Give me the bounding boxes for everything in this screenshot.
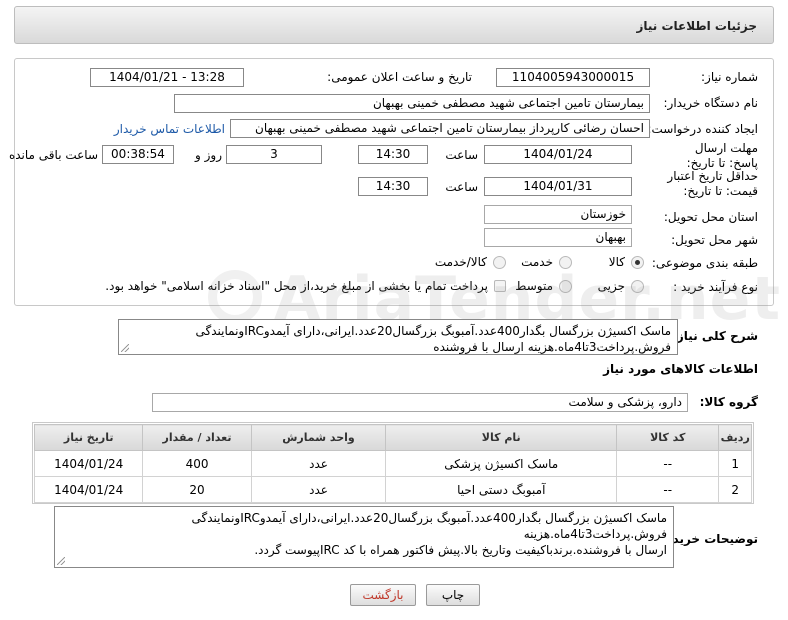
category-radio-both[interactable] [493, 256, 506, 269]
remaining-time-field[interactable]: 00:38:54 [102, 145, 174, 164]
general-description-line-2: فروش.پرداخت3تا4ماه.هزینه ارسال با فروشند… [433, 340, 671, 354]
treasury-payment-note: پرداخت تمام یا بخشی از مبلغ خرید،از محل … [105, 279, 488, 293]
buyer-notes-line-1: ماسک اکسیژن بزرگسال بگدار400عدد.آمبوبگ ب… [191, 511, 667, 541]
items-section-title: اطلاعات کالاهای مورد نیاز [603, 362, 758, 376]
cell-qty: 20 [142, 476, 252, 503]
buyer-notes-line-2: ارسال با فروشنده.برندباکیفیت وتاریخ بالا… [254, 543, 667, 557]
days-label: روز و [195, 148, 222, 162]
process-option-medium: متوسط [515, 279, 553, 293]
print-button[interactable]: چاپ [426, 584, 480, 606]
requester-label: ایجاد کننده درخواست: [647, 122, 758, 136]
items-table-header: ردیف کد کالا نام کالا واحد شمارش تعداد /… [33, 424, 752, 451]
province-field[interactable]: خوزستان [484, 205, 632, 224]
process-option-minor: جزیی [597, 279, 625, 293]
price-validity-time-label: ساعت [445, 180, 478, 194]
buyer-contact-link[interactable]: اطلاعات تماس خریدار [114, 122, 225, 136]
province-label: استان محل تحویل: [663, 210, 758, 224]
price-validity-date-field[interactable]: 1404/01/31 [484, 177, 632, 196]
col-date: تاریخ نیاز [33, 424, 144, 451]
cell-name: ماسک اکسیژن پزشکی [385, 450, 618, 477]
table-row[interactable]: 1 -- ماسک اکسیژن پزشکی عدد 400 1404/01/2… [33, 450, 752, 477]
cell-code: -- [616, 476, 720, 503]
requester-field[interactable]: احسان رضائی کارپرداز بیمارستان تامین اجت… [230, 119, 650, 138]
reply-deadline-label: مهلت ارسال پاسخ: تا تاریخ: [686, 141, 758, 170]
price-validity-label: حداقل تاریخ اعتبار قیمت: تا تاریخ: [667, 169, 758, 198]
category-radio-goods[interactable] [631, 256, 644, 269]
category-option-both: کالا/خدمت [434, 255, 487, 269]
table-row[interactable]: 2 -- آمبوبگ دستی احیا عدد 20 1404/01/24 [33, 476, 752, 503]
need-number-label: شماره نیاز: [701, 70, 758, 84]
general-description-line-1: ماسک اکسیژن بزرگسال بگدار400عدد.آمبوبگ ب… [195, 324, 671, 338]
category-radio-service[interactable] [559, 256, 572, 269]
cell-qty: 400 [142, 450, 252, 477]
treasury-payment-checkbox[interactable] [494, 280, 506, 292]
goods-group-label: گروه کالا: [699, 395, 758, 409]
reply-days-field[interactable]: 3 [226, 145, 322, 164]
col-row: ردیف [718, 424, 752, 451]
cell-date: 1404/01/24 [33, 450, 144, 477]
general-description-label: شرح کلی نیاز: [672, 329, 758, 343]
remaining-label: ساعت باقی مانده [8, 148, 98, 162]
price-validity-time-field[interactable]: 14:30 [358, 177, 428, 196]
buyer-org-label: نام دستگاه خریدار: [663, 96, 759, 110]
page: جزئیات اطلاعات نیاز شماره نیاز: 11040059… [9, 6, 780, 612]
announce-label: تاریخ و ساعت اعلان عمومی: [327, 70, 472, 84]
category-label: طبقه بندی موضوعی: [651, 256, 758, 270]
col-qty: تعداد / مقدار [142, 424, 252, 451]
col-unit: واحد شمارش [250, 424, 387, 451]
cell-code: -- [616, 450, 720, 477]
cell-row: 2 [718, 476, 752, 503]
process-radio-medium[interactable] [559, 280, 572, 293]
reply-date-field[interactable]: 1404/01/24 [484, 145, 632, 164]
category-option-goods: کالا [608, 255, 625, 269]
reply-time-field[interactable]: 14:30 [358, 145, 428, 164]
resize-grip-icon[interactable] [57, 557, 65, 565]
page-title: جزئیات اطلاعات نیاز [636, 19, 757, 33]
items-table: ردیف کد کالا نام کالا واحد شمارش تعداد /… [33, 424, 752, 503]
city-field[interactable]: بهبهان [484, 228, 632, 247]
page-header: جزئیات اطلاعات نیاز [14, 6, 774, 44]
cell-name: آمبوبگ دستی احیا [385, 476, 618, 503]
announce-field[interactable]: 1404/01/21 - 13:28 [90, 68, 244, 87]
cell-date: 1404/01/24 [33, 476, 144, 503]
back-button[interactable]: بازگشت [350, 584, 416, 606]
col-name: نام کالا [385, 424, 618, 451]
cell-unit: عدد [250, 476, 387, 503]
col-code: کد کالا [616, 424, 720, 451]
goods-group-field[interactable]: دارو، پزشکی و سلامت [152, 393, 688, 412]
resize-grip-icon[interactable] [121, 344, 129, 352]
general-description-textarea[interactable]: ماسک اکسیژن بزرگسال بگدار400عدد.آمبوبگ ب… [118, 319, 678, 355]
city-label: شهر محل تحویل: [671, 233, 758, 247]
cell-row: 1 [718, 450, 752, 477]
process-radio-minor[interactable] [631, 280, 644, 293]
process-label: نوع فرآیند خرید : [673, 280, 758, 294]
cell-unit: عدد [250, 450, 387, 477]
category-option-service: خدمت [521, 255, 553, 269]
reply-time-label: ساعت [445, 148, 478, 162]
buyer-notes-textarea[interactable]: ماسک اکسیژن بزرگسال بگدار400عدد.آمبوبگ ب… [54, 506, 674, 568]
buyer-org-field[interactable]: بیمارستان تامین اجتماعی شهید مصطفی خمینی… [174, 94, 650, 113]
need-number-field[interactable]: 1104005943000015 [496, 68, 650, 87]
